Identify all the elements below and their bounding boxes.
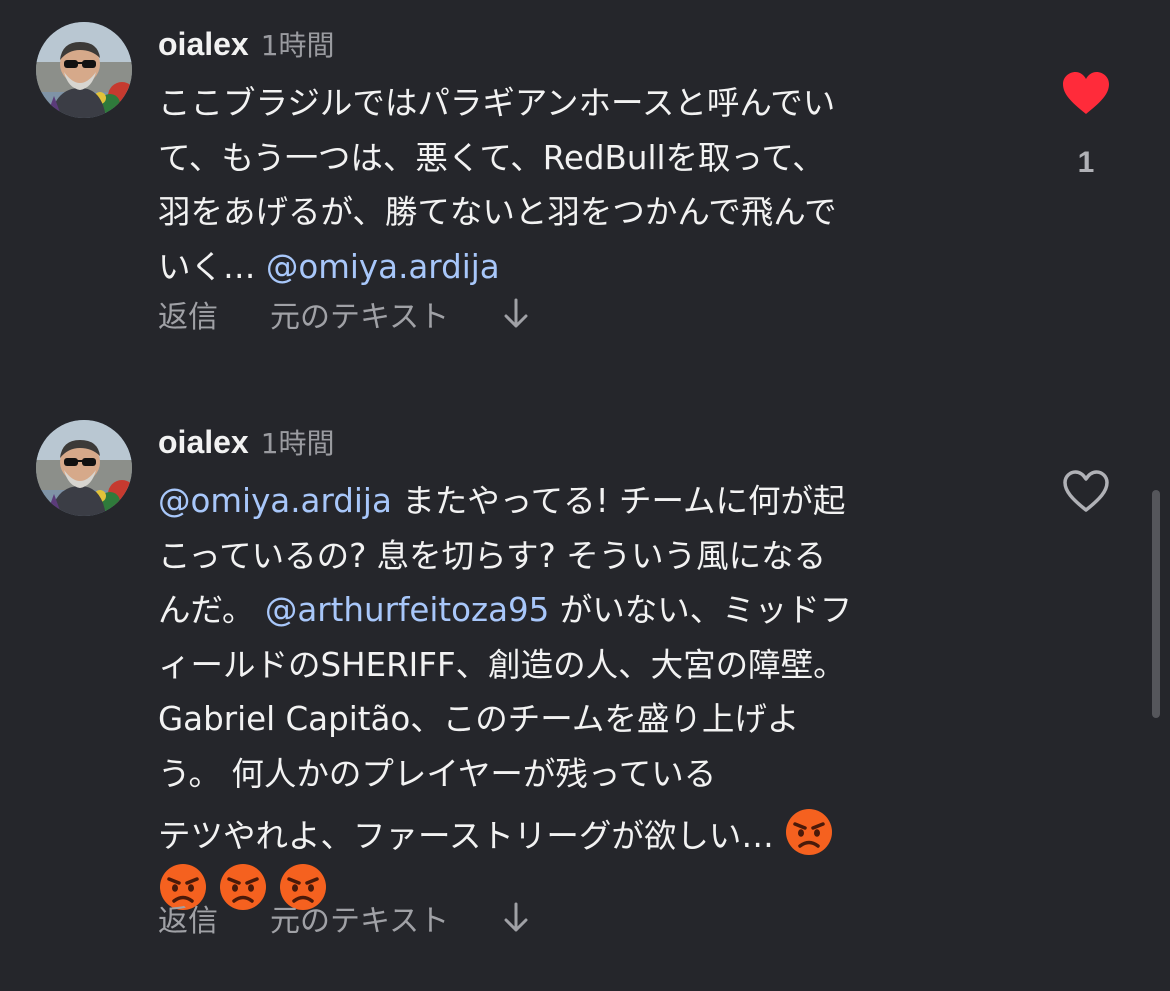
comment-header: oialex 1時間: [158, 22, 335, 66]
comment-header: oialex 1時間: [158, 420, 335, 464]
text-segment: 羽をあげるが、勝てないと羽をつかんで飛んで: [158, 193, 837, 231]
comment-line: @omiya.ardija またやってる! チームに何が起: [158, 474, 998, 529]
like-button[interactable]: [1060, 468, 1112, 518]
mention-link[interactable]: @omiya.ardija: [158, 482, 392, 520]
mention-link[interactable]: @arthurfeitoza95: [265, 591, 550, 629]
comment-line: んだ。 @arthurfeitoza95 がいない、ミッドフ: [158, 583, 998, 638]
comment-text: @omiya.ardija またやってる! チームに何が起 こっているの? 息を…: [158, 474, 998, 916]
comment-actions: 返信 元のテキスト: [158, 896, 531, 940]
scrollbar[interactable]: [1152, 490, 1160, 718]
comment-line: 羽をあげるが、勝てないと羽をつかんで飛んで: [158, 185, 998, 240]
text-segment: がいない、ミッドフ: [549, 591, 853, 629]
comment-line: Gabriel Capitão、このチームを盛り上げよ: [158, 692, 998, 747]
arrow-down-icon[interactable]: [501, 901, 531, 935]
username[interactable]: oialex: [158, 26, 249, 63]
heart-filled-icon: [1063, 72, 1109, 114]
avatar[interactable]: [36, 420, 132, 516]
heart-outline-icon: [1063, 470, 1109, 512]
comment-line: いく… @omiya.ardija: [158, 240, 998, 295]
text-segment: ここブラジルではパラギアンホースと呼んでい: [158, 84, 836, 122]
text-segment: またやってる! チームに何が起: [391, 482, 846, 520]
timestamp: 1時間: [260, 29, 335, 62]
text-segment: ィールドのSHERIFF、創造の人、大宮の障壁。: [158, 645, 846, 684]
username[interactable]: oialex: [158, 424, 249, 461]
angry-face-emoji: [786, 809, 833, 855]
text-segment: こっているの? 息を切らす? そういう風になる: [158, 536, 827, 575]
comment-line: て、もう一つは、悪くて、RedBullを取って、: [158, 131, 998, 186]
original-text-button[interactable]: 元のテキスト: [270, 292, 449, 336]
comment-actions: 返信 元のテキスト: [158, 292, 531, 336]
original-text-button[interactable]: 元のテキスト: [270, 896, 449, 940]
text-segment: んだ。: [158, 591, 265, 629]
comment-text: ここブラジルではパラギアンホースと呼んでい て、もう一つは、悪くて、RedBul…: [158, 76, 998, 294]
comment-line: こっているの? 息を切らす? そういう風になる: [158, 529, 998, 584]
timestamp: 1時間: [260, 427, 335, 460]
comments-screen: oialex 1時間 ここブラジルではパラギアンホースと呼んでい て、もう一つは…: [0, 0, 1170, 991]
arrow-down-icon[interactable]: [501, 297, 531, 331]
like-count: 1: [1077, 146, 1095, 179]
text-segment: Gabriel Capitão、このチームを盛り上げよ: [158, 700, 800, 738]
comment-line: う。 何人かのプレイヤーが残っている: [158, 747, 998, 802]
avatar[interactable]: [36, 22, 132, 118]
text-segment: う。 何人かのプレイヤーが残っている: [158, 754, 717, 793]
text-segment: て、もう一つは、悪くて、RedBullを取って、: [158, 138, 825, 177]
mention-link[interactable]: @omiya.ardija: [266, 248, 500, 286]
comment-line: テツやれよ、ファーストリーグが欲しい…: [158, 807, 998, 862]
text-segment: いく…: [158, 247, 266, 286]
reply-button[interactable]: 返信: [158, 292, 218, 336]
like-button[interactable]: [1060, 70, 1112, 120]
text-segment: テツやれよ、ファーストリーグが欲しい…: [158, 817, 785, 855]
comment-line: ィールドのSHERIFF、創造の人、大宮の障壁。: [158, 638, 998, 693]
reply-button[interactable]: 返信: [158, 896, 218, 940]
comment-line: ここブラジルではパラギアンホースと呼んでい: [158, 76, 998, 131]
